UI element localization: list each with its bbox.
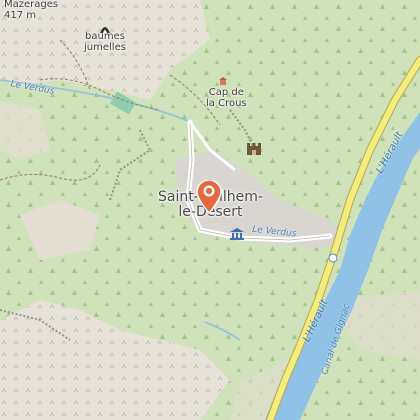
place-label-mazerages: Mazerages 417 m bbox=[4, 0, 58, 21]
map-view[interactable]: Mazerages 417 m baumes jumelles Cap de l… bbox=[0, 0, 420, 420]
mazerages-name: Mazerages bbox=[4, 0, 59, 10]
shelter-icon bbox=[219, 77, 227, 85]
castle-ruins-icon[interactable] bbox=[246, 142, 262, 156]
location-pin-icon[interactable] bbox=[196, 180, 222, 214]
museum-icon[interactable] bbox=[230, 228, 244, 240]
mazerages-elevation: 417 m bbox=[4, 9, 37, 21]
place-label-baumes-jumelles: baumes jumelles bbox=[84, 31, 126, 53]
cave-icon bbox=[100, 27, 110, 33]
la-crous-line: la Crous bbox=[206, 97, 247, 109]
jumelles-name: jumelles bbox=[84, 41, 126, 53]
place-label-cap-de-la-crous: Cap de la Crous bbox=[206, 87, 247, 109]
cap-de-line: Cap de bbox=[208, 87, 244, 98]
